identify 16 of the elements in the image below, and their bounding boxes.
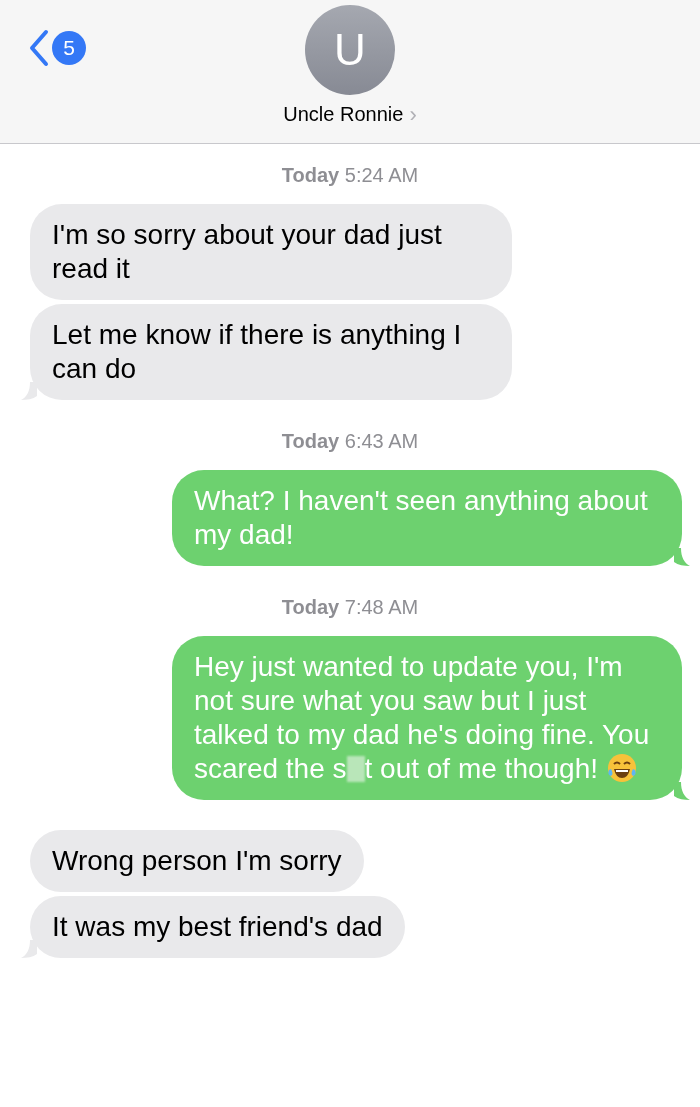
received-message: Wrong person I'm sorry xyxy=(30,830,364,892)
received-message: Let me know if there is anything I can do xyxy=(30,304,512,400)
back-button[interactable]: 5 xyxy=(28,28,86,68)
message-timestamp: Today 7:48 AM xyxy=(281,596,419,619)
blur-patch xyxy=(346,756,365,782)
message-timestamp: Today 5:24 AM xyxy=(281,164,419,187)
message-text: Hey just wanted to update you, I'm not sure what you saw but I just talked to my dad he's doing fine. You scared the s t out of me though! xyxy=(194,651,650,784)
sent-message: What? I haven't seen anything about my dad! xyxy=(172,470,682,566)
unread-count-badge: 5 xyxy=(52,31,86,65)
contact-name[interactable]: Uncle Ronnie xyxy=(283,103,404,126)
message-timestamp: Today 6:43 AM xyxy=(281,430,419,453)
back-chevron-icon xyxy=(28,28,50,68)
contact-avatar[interactable]: U xyxy=(305,5,395,95)
received-message: I'm so sorry about your dad just read it xyxy=(30,204,512,300)
received-message: It was my best friend's dad xyxy=(30,896,405,958)
laughing-emoji-icon xyxy=(606,752,639,784)
